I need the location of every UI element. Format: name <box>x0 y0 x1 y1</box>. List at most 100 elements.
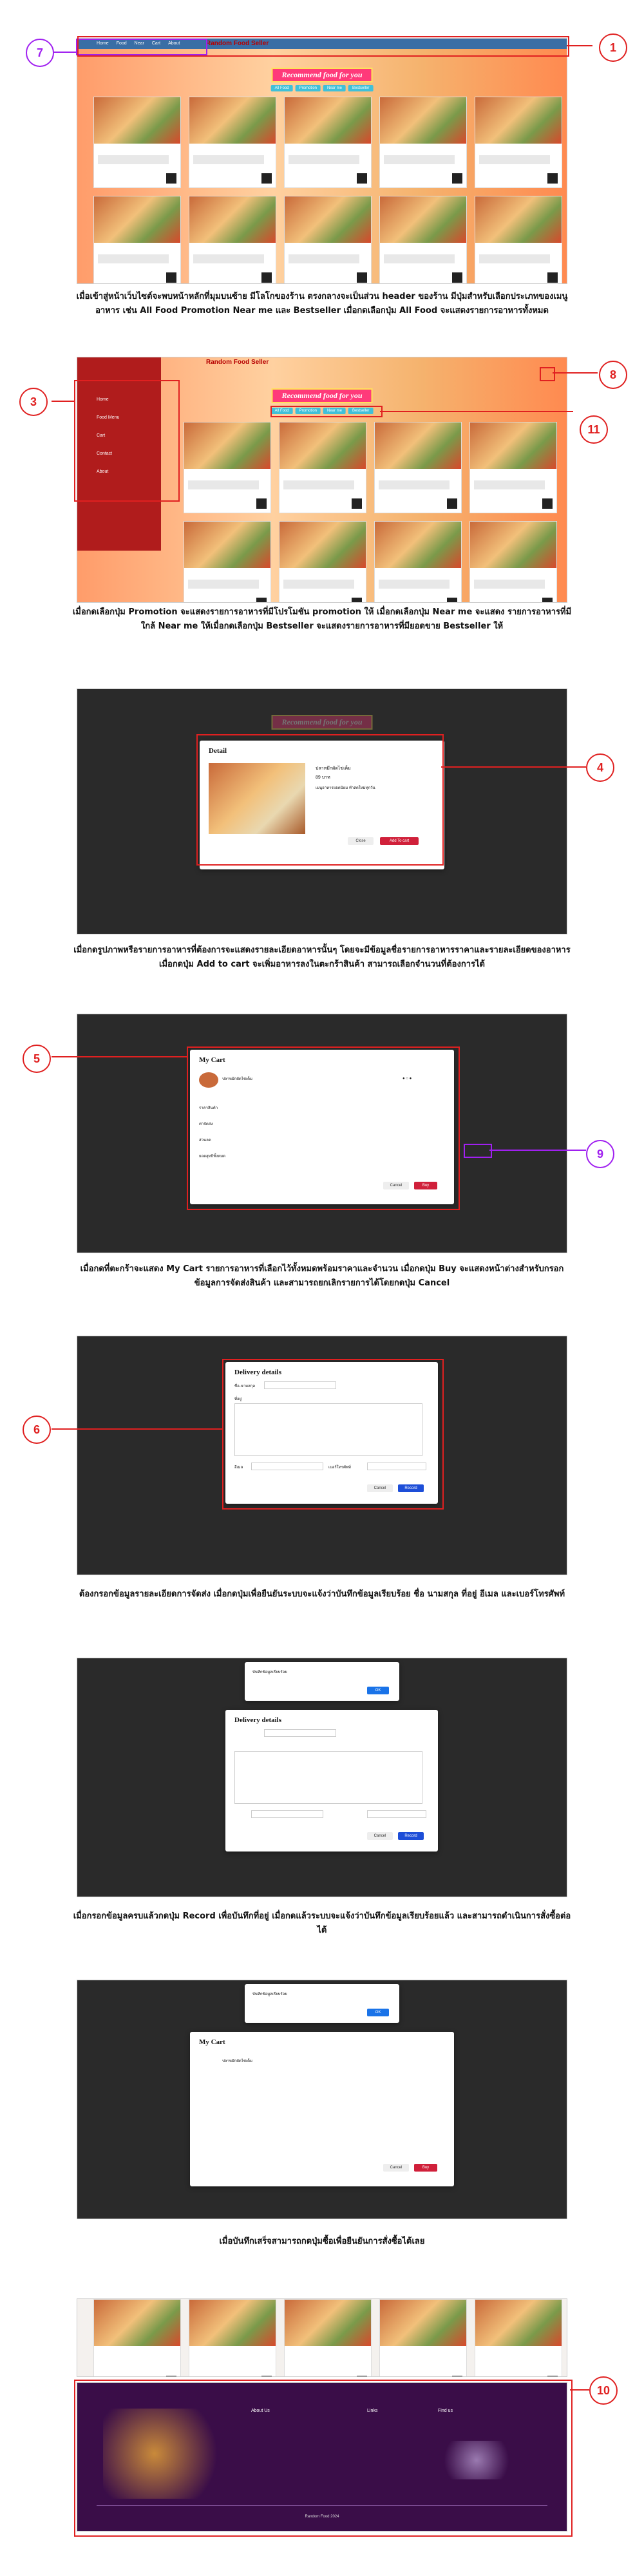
food-card[interactable] <box>284 97 372 188</box>
highlight-detail-modal <box>196 734 444 866</box>
highlight-buy-button <box>464 1144 492 1158</box>
highlight-header <box>77 36 569 57</box>
connector-line <box>52 1428 222 1430</box>
connector-line <box>52 1056 187 1057</box>
cart-modal: My Cart ปลาหมึกผัดไข่เค็ม Cancel Buy <box>190 2032 454 2186</box>
cart-icon[interactable] <box>261 272 272 283</box>
highlight-pills <box>270 406 383 417</box>
pill-all-food[interactable]: All Food <box>270 85 293 91</box>
pill-near-me[interactable]: Near me <box>323 85 346 91</box>
cart-icon[interactable] <box>166 272 176 283</box>
cart-item-name: ปลาหมึกผัดไข่เค็ม <box>222 2060 252 2063</box>
cart-icon[interactable] <box>352 498 362 509</box>
callout-7: 7 <box>26 39 54 67</box>
recommend-banner: Recommend food for you <box>271 388 373 403</box>
cart-icon[interactable] <box>352 598 362 602</box>
category-pills: All Food Promotion Near me Bestseller <box>270 85 374 91</box>
food-card[interactable] <box>184 422 271 513</box>
food-card[interactable] <box>184 521 271 602</box>
connector-line <box>52 401 74 402</box>
pill-promotion[interactable]: Promotion <box>295 85 321 91</box>
cart-icon[interactable] <box>261 173 272 184</box>
screenshot-home: Home Food Near Cart About Random Food Se… <box>77 39 567 283</box>
address-field[interactable] <box>234 1751 422 1804</box>
cart-icon[interactable] <box>357 272 367 283</box>
food-card[interactable] <box>475 196 562 283</box>
highlight-sidebar <box>74 380 180 502</box>
cart-icon[interactable] <box>452 272 462 283</box>
food-card[interactable] <box>279 521 366 602</box>
cart-icon[interactable] <box>256 598 267 602</box>
food-grid <box>184 422 557 602</box>
alert-box: บันทึกข้อมูลเรียบร้อย OK <box>245 1662 399 1701</box>
recommend-banner: Recommend food for you <box>271 68 373 82</box>
cart-icon[interactable] <box>547 272 558 283</box>
food-card[interactable] <box>379 2299 467 2376</box>
callout-4: 4 <box>586 753 614 782</box>
cart-icon[interactable] <box>452 173 462 184</box>
caption-3: เมื่อกดรูปภาพหรือรายการอาหารที่ต้องการจะ… <box>73 945 571 969</box>
food-card[interactable] <box>93 196 181 283</box>
food-card[interactable] <box>189 196 276 283</box>
connector-line <box>570 2389 589 2391</box>
cart-icon[interactable] <box>166 173 176 184</box>
callout-11: 11 <box>580 415 608 444</box>
food-card[interactable] <box>189 97 276 188</box>
food-grid <box>93 2299 562 2376</box>
connector-line <box>567 45 592 46</box>
food-card[interactable] <box>374 521 462 602</box>
connector-line <box>489 1150 586 1151</box>
phone-field[interactable] <box>367 1810 426 1818</box>
caption-6: เมื่อกรอกข้อมูลครบแล้วกดปุ่ม Record เพื่… <box>73 1911 571 1935</box>
buy-button[interactable]: Buy <box>414 2164 437 2172</box>
alert-text: บันทึกข้อมูลเรียบร้อย <box>252 1993 287 1996</box>
caption-5: ต้องกรอกข้อมูลรายละเอียดการจัดส่ง เมื่อก… <box>79 1589 565 1599</box>
alert-box: บันทึกข้อมูลเรียบร้อย OK <box>245 1984 399 2023</box>
cart-icon[interactable] <box>542 598 553 602</box>
food-card[interactable] <box>284 2299 372 2376</box>
highlight-cart-modal <box>187 1046 460 1210</box>
food-card[interactable] <box>93 97 181 188</box>
ok-button[interactable]: OK <box>367 2009 389 2016</box>
food-card[interactable] <box>475 97 562 188</box>
cart-icon[interactable] <box>357 173 367 184</box>
cart-icon[interactable] <box>256 498 267 509</box>
callout-9: 9 <box>586 1140 614 1168</box>
food-card[interactable] <box>475 2299 562 2376</box>
callout-6: 6 <box>23 1416 51 1444</box>
food-card[interactable] <box>469 422 557 513</box>
callout-5: 5 <box>23 1045 51 1073</box>
cancel-button[interactable]: Cancel <box>367 1832 393 1840</box>
email-field[interactable] <box>251 1810 323 1818</box>
brand-logo[interactable]: Random Food Seller <box>206 359 269 366</box>
cancel-button[interactable]: Cancel <box>383 2164 409 2172</box>
food-card[interactable] <box>284 196 372 283</box>
cart-icon[interactable] <box>447 598 457 602</box>
cart-icon[interactable] <box>547 173 558 184</box>
highlight-delivery-modal <box>222 1359 444 1510</box>
callout-1: 1 <box>599 33 627 62</box>
food-card[interactable] <box>189 2299 276 2376</box>
screenshot-footer <box>77 2299 567 2376</box>
screenshot-cart-final: บันทึกข้อมูลเรียบร้อย OK My Cart ปลาหมึก… <box>77 1980 567 2219</box>
record-button[interactable]: Record <box>398 1832 424 1840</box>
recommend-banner: Recommend food for you <box>271 715 373 730</box>
food-card[interactable] <box>469 521 557 602</box>
screenshot-record: บันทึกข้อมูลเรียบร้อย OK Delivery detail… <box>77 1658 567 1897</box>
cart-icon[interactable] <box>447 498 457 509</box>
cart-icon[interactable] <box>542 498 553 509</box>
caption-4: เมื่อกดที่ตะกร้าจะแสดง My Cart รายการอาห… <box>80 1264 564 1288</box>
delivery-modal: Delivery details Cancel Record <box>225 1710 438 1852</box>
ok-button[interactable]: OK <box>367 1687 389 1694</box>
food-card[interactable] <box>374 422 462 513</box>
pill-bestseller[interactable]: Bestseller <box>348 85 374 91</box>
food-grid <box>93 97 562 283</box>
food-card[interactable] <box>93 2299 181 2376</box>
food-card[interactable] <box>379 196 467 283</box>
food-card[interactable] <box>379 97 467 188</box>
highlight-footer <box>74 2380 573 2537</box>
callout-3: 3 <box>19 388 48 416</box>
food-card[interactable] <box>279 422 366 513</box>
modal-title: My Cart <box>199 2038 225 2046</box>
name-field[interactable] <box>264 1729 336 1737</box>
